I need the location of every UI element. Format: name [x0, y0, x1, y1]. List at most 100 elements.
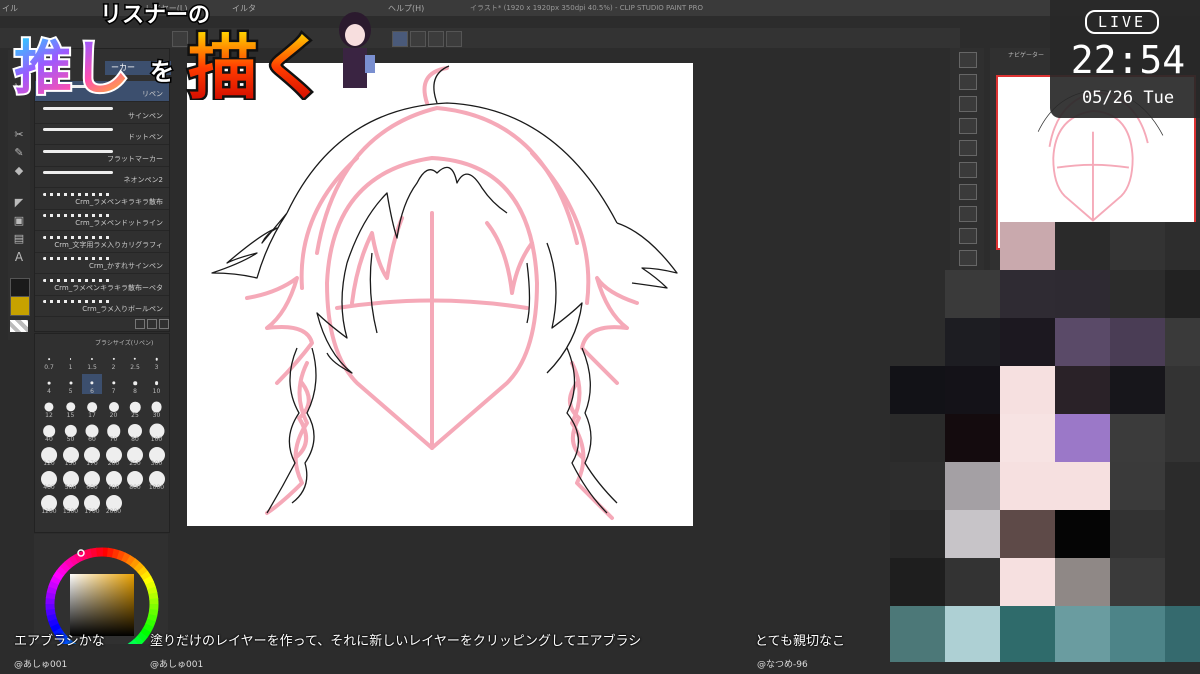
brush-size-option[interactable]: 15 [61, 398, 81, 419]
figure-icon[interactable]: ▣ [12, 214, 26, 228]
background-color-swatch[interactable] [10, 278, 30, 298]
size-label: 12 [45, 412, 53, 419]
brush-item[interactable]: Crm_ラメ入りボールペン [35, 296, 169, 317]
brush-size-option[interactable]: 50 [61, 422, 81, 443]
brush-item[interactable]: Crm_ラメペンキラキラ散布ーベタ [35, 275, 169, 296]
brush-size-option[interactable]: 1700 [82, 494, 102, 515]
brush-size-option[interactable]: 25 [125, 398, 145, 419]
panel-toggle-icon[interactable] [959, 206, 977, 222]
brush-size-option[interactable]: 12 [39, 398, 59, 419]
panel-toggle-icon[interactable] [959, 74, 977, 90]
navigator-title: ナビゲーター [1008, 52, 1045, 59]
brush-size-option[interactable]: 600 [82, 470, 102, 491]
brush-size-option[interactable]: 6 [82, 374, 102, 395]
brush-size-panel: ブラシサイズ(リペン) 0.7 1 1.5 2 2.5 3 4 5 6 7 8 10 12 15 17 20 2… [34, 333, 170, 533]
panel-toggle-icon[interactable] [959, 162, 977, 178]
brush-size-option[interactable]: 7 [104, 374, 124, 395]
size-label: 80 [131, 436, 139, 443]
brush-size-option[interactable]: 200 [104, 446, 124, 467]
layer-move-icon[interactable]: ▤ [12, 232, 26, 246]
brush-size-option[interactable]: 1200 [39, 494, 59, 515]
brush-size-option[interactable]: 400 [39, 470, 59, 491]
brush-size-option[interactable]: 4 [39, 374, 59, 395]
hue-segment [45, 608, 56, 616]
eraser-icon[interactable]: ✂ [12, 128, 26, 142]
transparent-color-swatch[interactable] [10, 320, 28, 332]
avatar-pixel [945, 606, 1000, 662]
size-dot [48, 358, 50, 360]
brush-item[interactable]: Crm_文字用ラメ入りカリグラフィ [35, 232, 169, 253]
brush-size-option[interactable]: 100 [147, 422, 167, 443]
brush-item[interactable]: ドットペン [35, 124, 169, 145]
brush-item[interactable]: Crm_かすれサインペン [35, 253, 169, 274]
brush-size-option[interactable]: 20 [104, 398, 124, 419]
brush-size-option[interactable]: 60 [82, 422, 102, 443]
brush-size-option[interactable]: 250 [125, 446, 145, 467]
brush-size-option[interactable]: 1000 [147, 470, 167, 491]
brush-size-option[interactable]: 17 [82, 398, 102, 419]
brush-size-option[interactable]: 2.5 [125, 350, 145, 371]
pen-icon[interactable]: ✎ [12, 146, 26, 160]
brush-size-option[interactable]: 0.7 [39, 350, 59, 371]
brush-size-option[interactable]: 2 [104, 350, 124, 371]
brush-size-option[interactable]: 800 [125, 470, 145, 491]
brush-size-option[interactable]: 1 [61, 350, 81, 371]
size-dot [44, 402, 54, 412]
brush-size-option[interactable]: 300 [147, 446, 167, 467]
size-label: 40 [45, 436, 53, 443]
size-dot [87, 402, 97, 412]
brush-size-option[interactable]: 170 [82, 446, 102, 467]
pixelated-avatar [890, 222, 1200, 674]
brush-size-option[interactable]: 500 [61, 470, 81, 491]
panel-toggle-icon[interactable] [959, 184, 977, 200]
drawing-canvas[interactable] [187, 63, 693, 526]
brush-size-option[interactable]: 1.5 [82, 350, 102, 371]
brush-size-option[interactable]: 30 [147, 398, 167, 419]
stabilizer-button[interactable] [392, 31, 408, 47]
hue-segment [121, 552, 132, 564]
hue-segment [48, 580, 59, 590]
hue-segment [46, 613, 57, 622]
brush-size-option[interactable]: 1500 [61, 494, 81, 515]
size-label: 50 [66, 436, 75, 443]
copy-icon[interactable] [147, 319, 157, 329]
panel-toggle-icon[interactable] [959, 118, 977, 134]
live-badge: LIVE [1085, 10, 1159, 34]
brush-item[interactable]: ネオンペン2 [35, 167, 169, 188]
toolbar-button[interactable] [428, 31, 444, 47]
fill-icon[interactable]: ◆ [12, 164, 26, 178]
panel-toggle-icon[interactable] [959, 140, 977, 156]
brush-item[interactable]: サインペン [35, 103, 169, 124]
brush-size-option[interactable]: 2000 [104, 494, 124, 515]
text-icon[interactable]: A [12, 250, 26, 264]
brush-size-option[interactable]: 10 [147, 374, 167, 395]
toolbar-button[interactable] [410, 31, 426, 47]
panel-toggle-icon[interactable] [959, 96, 977, 112]
toolbar-button[interactable] [446, 31, 462, 47]
size-label: 7 [111, 388, 116, 395]
brush-size-option[interactable]: 3 [147, 350, 167, 371]
menu-item-help[interactable]: ヘルプ(H) [388, 3, 424, 14]
brush-size-option[interactable]: 700 [104, 470, 124, 491]
brush-size-option[interactable]: 70 [104, 422, 124, 443]
size-label: 1500 [62, 508, 79, 515]
foreground-color-swatch[interactable] [10, 296, 30, 316]
brush-size-option[interactable]: 40 [39, 422, 59, 443]
brush-item[interactable]: Crm_ラメペンキラキラ散布 [35, 189, 169, 210]
search-icon[interactable] [959, 52, 977, 68]
brush-size-option[interactable]: 8 [125, 374, 145, 395]
brush-stroke-preview [43, 257, 113, 260]
brush-size-option[interactable]: 120 [39, 446, 59, 467]
brush-item[interactable]: Crm_ラメペンドットライン [35, 210, 169, 231]
gradient-icon[interactable]: ◤ [12, 196, 26, 210]
brush-size-option[interactable]: 5 [61, 374, 81, 395]
brush-item[interactable]: フラットマーカー [35, 146, 169, 167]
chat-message: とても親切なこ [755, 634, 845, 649]
size-dot [65, 402, 76, 412]
color-wheel[interactable] [34, 534, 168, 661]
settings-icon[interactable] [135, 319, 145, 329]
size-label: 10 [152, 388, 161, 395]
delete-icon[interactable] [159, 319, 169, 329]
brush-size-option[interactable]: 80 [125, 422, 145, 443]
brush-size-option[interactable]: 150 [61, 446, 81, 467]
